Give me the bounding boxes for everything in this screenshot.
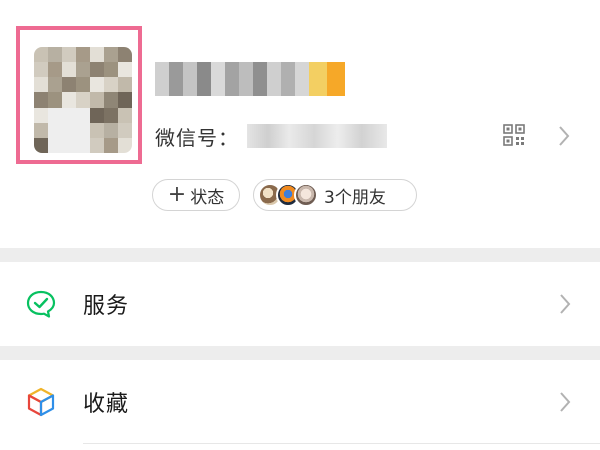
qr-code-icon[interactable] [503,124,525,146]
chevron-right-icon [560,294,571,314]
plus-icon: + [167,182,187,207]
nickname-pixel [197,62,211,96]
chevron-right-icon[interactable] [556,124,572,148]
friends-label: 3个朋友 [324,187,386,208]
nickname-pixel [183,62,197,96]
wechat-me-page: 微信号： + 状态 3个朋友 服务 收藏 [0,0,600,450]
status-label: 状态 [190,187,225,208]
nickname-pixel [239,62,253,96]
row-separator [83,443,600,444]
menu-item-label: 收藏 [83,392,130,417]
nickname-pixel [327,62,345,96]
friend-avatars [258,183,320,207]
section-divider [0,346,600,360]
service-wallet-icon [26,290,56,318]
add-status-button[interactable]: + 状态 [152,179,240,211]
favorites-cube-icon [27,387,55,417]
menu-item-service[interactable]: 服务 [0,262,600,346]
menu-item-favorites[interactable]: 收藏 [0,360,600,444]
friends-status-button[interactable]: 3个朋友 [253,179,417,211]
nickname-pixel [253,62,267,96]
nickname-pixel [267,62,281,96]
nickname-pixel [225,62,239,96]
profile-header[interactable]: 微信号： + 状态 3个朋友 [0,0,600,248]
wechat-id-value-blurred [247,124,387,148]
wechat-id-label: 微信号： [155,125,239,150]
wechat-id-row: 微信号： [155,118,387,154]
nickname-pixel [309,62,327,96]
nickname-pixel [169,62,183,96]
nickname-blurred [155,62,355,96]
section-divider [0,248,600,262]
nickname-pixel [281,62,295,96]
friend-avatar [294,183,318,207]
nickname-pixel [155,62,169,96]
chevron-right-icon [560,392,571,412]
menu-item-label: 服务 [83,294,130,319]
nickname-pixel [211,62,225,96]
avatar-highlight-box [16,26,142,164]
nickname-pixel [295,62,309,96]
